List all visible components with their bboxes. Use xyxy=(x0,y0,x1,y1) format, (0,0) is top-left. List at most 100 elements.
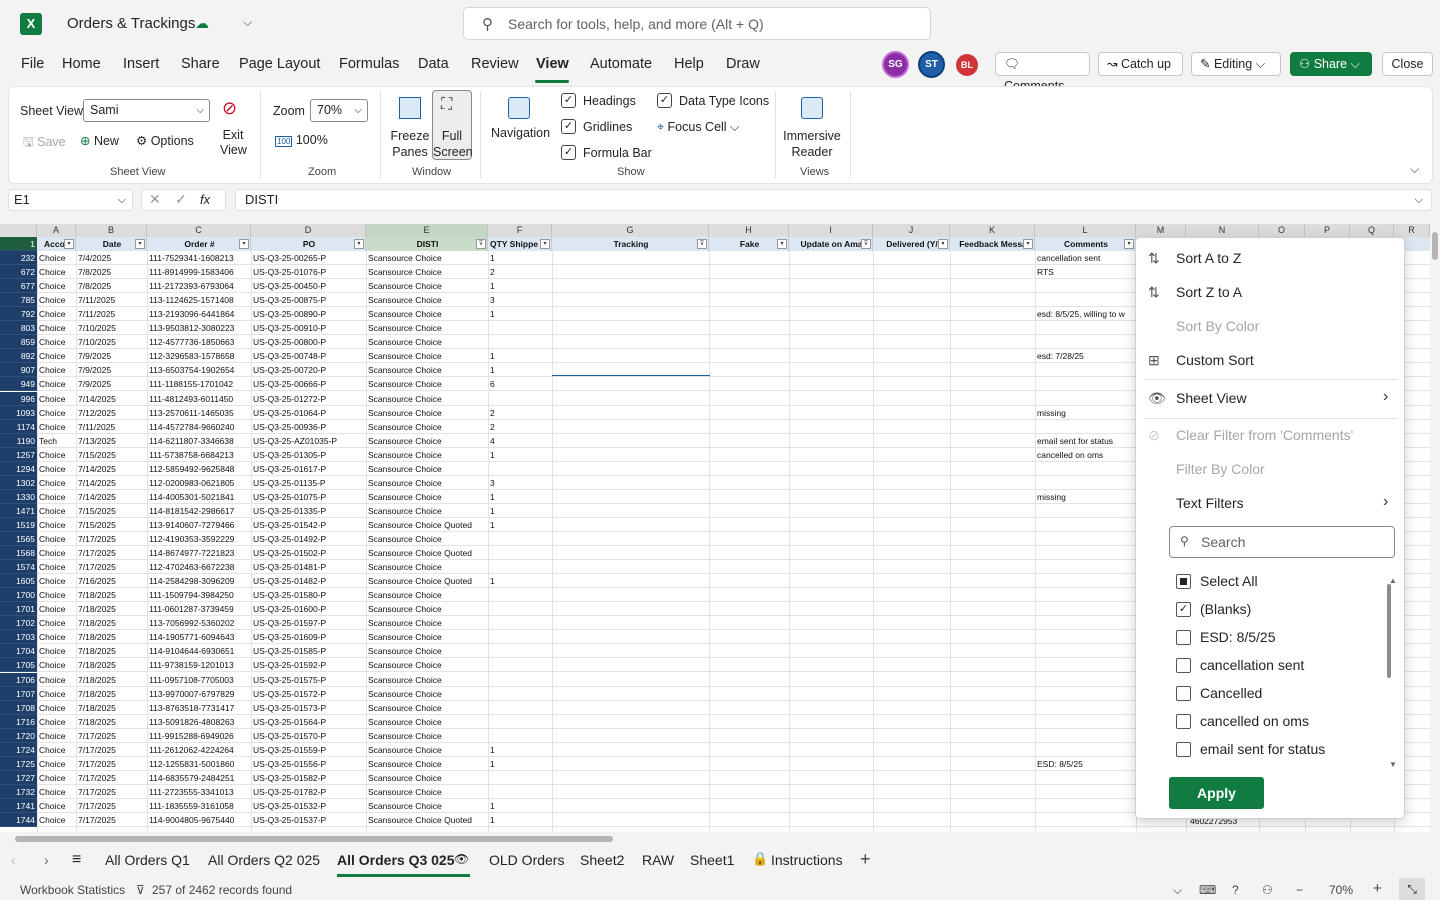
table-cell[interactable]: 7/18/2025 xyxy=(76,630,147,644)
table-cell[interactable]: Scansource Choice xyxy=(366,532,488,546)
row-header[interactable]: 1727 xyxy=(0,770,37,785)
column-header[interactable]: D xyxy=(251,224,366,237)
comment-cell[interactable]: RTS xyxy=(1035,265,1135,279)
table-cell[interactable]: Scansource Choice xyxy=(366,335,488,349)
tab-raw[interactable]: RAW xyxy=(642,852,674,868)
table-cell[interactable]: US-Q3-25-01609-P xyxy=(251,630,366,644)
table-cell[interactable]: 7/16/2025 xyxy=(76,574,147,588)
table-cell[interactable]: Choice xyxy=(37,335,76,349)
cancel-icon[interactable]: ✕ xyxy=(149,191,161,208)
table-cell[interactable]: US-Q3-25-00875-P xyxy=(251,293,366,307)
new-view-button[interactable]: ⊕ New xyxy=(80,133,119,148)
row-header[interactable]: 859 xyxy=(0,335,37,350)
table-cell[interactable] xyxy=(488,630,552,644)
gridlines-checkbox[interactable]: ✓ xyxy=(561,119,576,134)
table-cell[interactable]: US-Q3-25-01272-P xyxy=(251,392,366,406)
help-icon[interactable]: ? xyxy=(1232,883,1239,897)
zoom-100-button[interactable]: 100 100% xyxy=(275,133,328,147)
filter-dropdown-icon[interactable]: ▾ xyxy=(64,239,74,249)
comment-cell[interactable] xyxy=(1035,392,1135,406)
column-header[interactable]: P xyxy=(1305,224,1350,237)
table-cell[interactable]: 111-0601287-3739459 xyxy=(147,602,251,616)
table-cell[interactable]: Scansource Choice Quoted xyxy=(366,518,488,532)
table-cell[interactable]: Scansource Choice xyxy=(366,349,488,363)
table-cell[interactable]: 111-1509794-3984250 xyxy=(147,588,251,602)
keyboard-icon[interactable]: ⌨ xyxy=(1199,883,1216,897)
filter-dropdown-icon[interactable]: ⊽ xyxy=(697,239,707,249)
row-header[interactable]: 792 xyxy=(0,307,37,322)
filter-dropdown-icon[interactable]: ▾ xyxy=(1023,239,1033,249)
comment-cell[interactable] xyxy=(1035,799,1135,813)
table-cell[interactable]: Scansource Choice xyxy=(366,785,488,799)
column-header[interactable]: M xyxy=(1136,224,1186,237)
comment-cell[interactable] xyxy=(1035,701,1135,715)
table-cell[interactable] xyxy=(488,560,552,574)
sort-a-to-z[interactable]: Sort A to Z xyxy=(1176,250,1241,266)
table-cell[interactable]: US-Q3-25-01556-P xyxy=(251,757,366,771)
table-cell[interactable]: 111-1188155-1701042 xyxy=(147,377,251,391)
table-cell[interactable]: 7/14/2025 xyxy=(76,476,147,490)
menu-help[interactable]: Help xyxy=(674,56,704,72)
comment-cell[interactable]: missing xyxy=(1035,490,1135,504)
table-cell[interactable]: Scansource Choice xyxy=(366,377,488,391)
comment-cell[interactable] xyxy=(1035,715,1135,729)
row-header[interactable]: 1 xyxy=(0,237,37,251)
filter-dropdown-icon[interactable]: ▾ xyxy=(239,239,249,249)
tab-instructions[interactable]: Instructions xyxy=(771,852,843,868)
table-cell[interactable]: Choice xyxy=(37,363,76,377)
filter-option-label[interactable]: cancelled on oms xyxy=(1200,713,1309,729)
table-cell[interactable]: Tech xyxy=(37,434,76,448)
table-cell[interactable]: US-Q3-25-00910-P xyxy=(251,321,366,335)
filter-dropdown-icon[interactable]: ⊽ xyxy=(861,239,871,249)
filter-checkbox[interactable] xyxy=(1176,742,1191,757)
table-cell[interactable] xyxy=(488,658,552,672)
sort-z-to-a[interactable]: Sort Z to A xyxy=(1176,284,1242,300)
search-input[interactable]: ⚲ Search for tools, help, and more (Alt … xyxy=(463,7,931,40)
table-cell[interactable]: Choice xyxy=(37,560,76,574)
table-cell[interactable]: Scansource Choice xyxy=(366,588,488,602)
table-cell[interactable]: 7/11/2025 xyxy=(76,420,147,434)
filter-dropdown-icon[interactable]: ▾ xyxy=(1124,239,1134,249)
tab-all-orders-q2[interactable]: All Orders Q2 025 xyxy=(208,852,320,868)
comment-cell[interactable] xyxy=(1035,462,1135,476)
table-cell[interactable]: 7/18/2025 xyxy=(76,687,147,701)
table-cell[interactable]: 1 xyxy=(488,518,552,532)
table-cell[interactable]: 111-1835559-3161058 xyxy=(147,799,251,813)
table-cell[interactable]: 111-2172393-6793064 xyxy=(147,279,251,293)
table-cell[interactable]: 1 xyxy=(488,448,552,462)
filter-dropdown-icon[interactable]: ▾ xyxy=(938,239,948,249)
column-header[interactable]: A xyxy=(37,224,76,237)
table-cell[interactable]: Choice xyxy=(37,785,76,799)
table-cell[interactable]: 114-9004805-9675440 xyxy=(147,813,251,827)
table-cell[interactable]: Choice xyxy=(37,251,76,265)
row-header[interactable]: 1605 xyxy=(0,574,37,589)
table-cell[interactable]: US-Q3-25-01572-P xyxy=(251,687,366,701)
comment-cell[interactable] xyxy=(1035,377,1135,391)
table-cell[interactable]: 7/11/2025 xyxy=(76,293,147,307)
table-cell[interactable] xyxy=(488,785,552,799)
filter-dropdown-icon[interactable]: ▾ xyxy=(354,239,364,249)
column-header[interactable]: L xyxy=(1035,224,1136,237)
table-cell[interactable]: US-Q3-25-01064-P xyxy=(251,406,366,420)
accessibility-icon[interactable]: ⚇ xyxy=(1262,883,1273,897)
table-cell[interactable]: 113-8763518-7731417 xyxy=(147,701,251,715)
catch-up-button[interactable]: ↝ Catch up xyxy=(1098,52,1183,76)
table-cell[interactable]: 7/14/2025 xyxy=(76,490,147,504)
table-cell[interactable] xyxy=(488,673,552,687)
all-sheets-menu-icon[interactable]: ≡ xyxy=(72,851,81,869)
table-cell[interactable]: 112-4702463-6672238 xyxy=(147,560,251,574)
table-cell[interactable] xyxy=(488,701,552,715)
table-cell[interactable]: 111-9738159-1201013 xyxy=(147,658,251,672)
table-cell[interactable]: Scansource Choice xyxy=(366,673,488,687)
table-cell[interactable]: US-Q3-25-01532-P xyxy=(251,799,366,813)
table-cell[interactable]: Choice xyxy=(37,279,76,293)
column-header[interactable]: Q xyxy=(1350,224,1394,237)
row-header[interactable]: 1302 xyxy=(0,475,37,490)
menu-page-layout[interactable]: Page Layout xyxy=(239,56,320,72)
table-cell[interactable]: 113-2193096-6441864 xyxy=(147,307,251,321)
table-cell[interactable]: Choice xyxy=(37,462,76,476)
filter-option-label[interactable]: cancellation sent xyxy=(1200,657,1304,673)
enter-icon[interactable]: ✓ xyxy=(175,191,187,208)
row-header[interactable]: 1704 xyxy=(0,644,37,659)
filter-search-input[interactable]: ⚲ Search xyxy=(1169,526,1395,558)
